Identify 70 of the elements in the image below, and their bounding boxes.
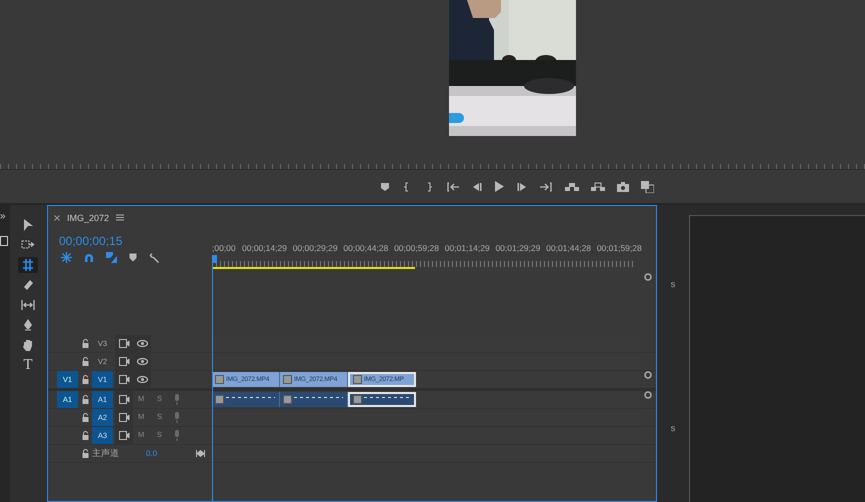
fx-badge-icon bbox=[283, 375, 292, 384]
ruler-label: 00;01;14;29 bbox=[444, 243, 491, 255]
lock-icon[interactable] bbox=[82, 357, 89, 366]
ruler-label: 00;00;44;28 bbox=[343, 243, 390, 255]
go-to-out-icon[interactable] bbox=[539, 182, 553, 192]
sync-lock-icon[interactable] bbox=[118, 431, 130, 440]
audio-clip[interactable] bbox=[280, 392, 348, 407]
expand-glyph[interactable]: » bbox=[0, 211, 6, 222]
tool-button[interactable]: T bbox=[18, 357, 38, 373]
eye-icon[interactable] bbox=[136, 358, 148, 365]
lock-icon[interactable] bbox=[82, 449, 89, 458]
ruler-label: 00;00;14;29 bbox=[242, 243, 288, 255]
panel-icon[interactable] bbox=[0, 236, 8, 246]
hand-tool-icon[interactable] bbox=[21, 338, 35, 352]
fx-badge-icon bbox=[215, 375, 224, 384]
step-back-icon[interactable] bbox=[472, 182, 482, 192]
pen-tool-icon[interactable] bbox=[21, 318, 35, 332]
lock-icon[interactable] bbox=[82, 339, 89, 348]
razor-tool-icon[interactable] bbox=[21, 278, 35, 292]
sync-lock-icon[interactable] bbox=[118, 413, 130, 422]
lock-icon[interactable] bbox=[82, 395, 89, 404]
timecode[interactable]: 00;00;00;15 bbox=[48, 229, 212, 248]
wrench-icon[interactable] bbox=[149, 252, 160, 263]
volume-value[interactable]: 0.0 bbox=[146, 449, 158, 458]
playhead-handle[interactable] bbox=[212, 255, 217, 263]
fx-badge-icon bbox=[215, 395, 224, 404]
timeline-ruler[interactable]: ;00;00 00;00;14;29 00;00;29;29 00;00;44;28 00;00;59;28 00;01;14;29 00;01;29;29 00;01;44;28 00;01;59;28 bbox=[212, 229, 648, 273]
fx-badge-icon bbox=[353, 375, 362, 384]
close-icon[interactable] bbox=[54, 214, 60, 220]
audio-clip[interactable] bbox=[212, 392, 280, 407]
zoom-handle-icon[interactable] bbox=[644, 273, 652, 281]
compare-view-icon[interactable] bbox=[641, 180, 654, 193]
sync-lock-icon[interactable] bbox=[118, 339, 130, 348]
menu-icon[interactable] bbox=[116, 214, 124, 221]
overwrite-icon[interactable] bbox=[591, 182, 605, 192]
ruler-label: ;00;00 bbox=[212, 243, 237, 255]
snap-magnet-icon[interactable] bbox=[84, 252, 94, 262]
ruler-label: 00;01;44;28 bbox=[546, 243, 592, 255]
insert-icon[interactable] bbox=[565, 182, 579, 192]
marker-icon[interactable] bbox=[380, 182, 390, 192]
ruler-label: 00;01;59;28 bbox=[596, 243, 643, 255]
selection-tool-icon[interactable] bbox=[21, 218, 35, 232]
eye-icon[interactable] bbox=[136, 340, 148, 347]
tool-button[interactable] bbox=[18, 257, 38, 273]
slip-tool-icon[interactable] bbox=[21, 298, 35, 312]
ripple-edit-tool-icon[interactable] bbox=[21, 258, 35, 272]
sequence-tab[interactable]: IMG_2072 bbox=[67, 212, 110, 222]
camera-icon[interactable] bbox=[617, 182, 629, 192]
go-to-in-icon[interactable] bbox=[446, 182, 460, 192]
lock-icon[interactable] bbox=[82, 431, 89, 440]
sync-lock-icon[interactable] bbox=[118, 357, 130, 366]
ruler-label: 00;01;29;29 bbox=[495, 243, 542, 255]
sync-lock-icon[interactable] bbox=[118, 395, 130, 404]
add-marker-icon[interactable] bbox=[129, 253, 137, 262]
ruler-label: 00;00;29;29 bbox=[292, 243, 339, 255]
scroll-handle-icon[interactable] bbox=[644, 371, 652, 379]
ruler-label: 00;00;59;28 bbox=[394, 243, 440, 255]
play-icon[interactable] bbox=[494, 181, 505, 192]
eye-icon[interactable] bbox=[136, 376, 148, 383]
track-label: 主声道 bbox=[92, 447, 119, 460]
scroll-handle-icon[interactable] bbox=[644, 391, 652, 399]
fx-badge-icon bbox=[283, 395, 292, 404]
linked-selection-icon[interactable] bbox=[106, 252, 117, 263]
lock-icon[interactable] bbox=[82, 413, 89, 422]
bracket-icon[interactable] bbox=[196, 450, 205, 457]
nest-icon[interactable] bbox=[61, 252, 72, 263]
fx-badge-icon bbox=[353, 395, 362, 404]
lock-icon[interactable] bbox=[82, 375, 89, 384]
step-forward-icon[interactable] bbox=[517, 182, 527, 192]
sync-lock-icon[interactable] bbox=[118, 375, 130, 384]
